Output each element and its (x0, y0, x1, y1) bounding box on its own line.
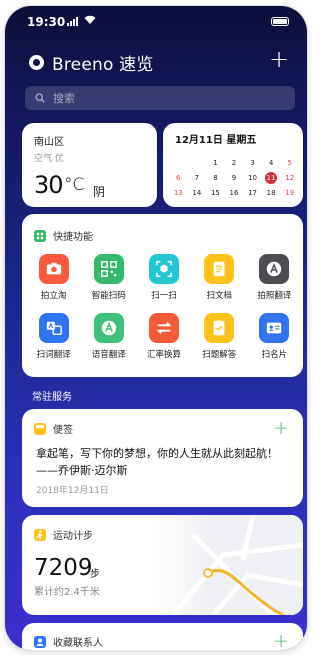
favorite-contacts-card[interactable]: 收藏联系人 + (22, 623, 303, 650)
note-card[interactable]: 便签 + 拿起笔，写下你的梦想，你的人生就从此刻起航！——乔伊斯·迈尔斯 201… (22, 409, 303, 507)
search-placeholder: 搜索 (53, 92, 75, 105)
quick-function-label: 扫文档 (206, 291, 232, 301)
question-check-icon (204, 313, 235, 343)
quick-function-label: 扫题解答 (202, 350, 237, 360)
route-map-illustration (153, 515, 303, 615)
step-count: 7209 (34, 555, 93, 581)
calendar-grid: 1 2 3 4 5 6 7 8 9 10 11 12 13 14 15 16 17 18 19 (169, 157, 299, 199)
signal-icon (67, 17, 78, 26)
air-quality: 空气 优 (34, 154, 64, 164)
quick-function-label: 语音翻译 (91, 350, 126, 360)
add-note-button[interactable]: + (273, 419, 289, 438)
quick-function-label: 拍立淘 (40, 291, 67, 301)
quick-function-exchange[interactable]: 汇率换算 (136, 313, 191, 360)
document-icon (204, 254, 235, 284)
steps-header: 运动计步 (34, 527, 93, 542)
calendar-day[interactable]: 8 (206, 172, 225, 184)
calendar-day[interactable]: 15 (206, 187, 225, 199)
section-title: 常驻服务 (32, 392, 72, 403)
qr-code-icon (93, 254, 124, 284)
calendar-day[interactable]: 12 (280, 172, 299, 184)
exchange-icon (148, 313, 179, 343)
quick-function-business-card[interactable]: 扫名片 (247, 313, 302, 360)
contacts-header: 收藏联系人 (34, 634, 103, 649)
note-content: 拿起笔，写下你的梦想，你的人生就从此刻起航！——乔伊斯·迈尔斯 (36, 447, 278, 477)
business-card-icon (259, 313, 290, 343)
step-unit: 步 (90, 569, 100, 580)
calendar-empty-cell (188, 157, 207, 169)
calendar-day[interactable]: 3 (243, 157, 262, 169)
running-icon (34, 528, 46, 541)
note-header: 便签 (34, 421, 73, 436)
quick-functions-card: 快捷功能 拍立淘 智能扫码 扫一扫 扫文档 拍照翻译扫词翻译 语音翻译 汇率换算 扫题解答 扫名… (22, 214, 303, 377)
note-title: 便签 (53, 425, 73, 436)
calendar-day[interactable]: 13 (169, 187, 188, 199)
calendar-day[interactable]: 10 (243, 172, 262, 184)
add-contact-button[interactable]: + (273, 632, 289, 651)
calendar-day[interactable]: 11 (265, 172, 278, 184)
add-card-button[interactable]: + (269, 47, 289, 71)
translate-a-icon (259, 254, 290, 284)
quick-function-scan-cube[interactable]: 扫一扫 (136, 254, 191, 301)
contacts-title: 收藏联系人 (53, 638, 103, 649)
word-translate-icon (38, 313, 69, 343)
calendar-day[interactable]: 1 (206, 157, 225, 169)
calendar-empty-cell (169, 157, 188, 169)
status-bar: 19:30 (5, 6, 307, 36)
calendar-day[interactable]: 17 (243, 187, 262, 199)
breeno-logo-icon (29, 54, 44, 70)
temperature: 30 (34, 171, 64, 199)
calendar-day[interactable]: 5 (280, 157, 299, 169)
calendar-day[interactable]: 16 (225, 187, 244, 199)
calendar-day[interactable]: 14 (188, 187, 207, 199)
calendar-day[interactable]: 18 (262, 187, 281, 199)
phone-screen: 19:30 Breeno 速览 + 搜索 南山区 空气 优 30 °C 阴 12… (5, 6, 307, 650)
weather-district: 南山区 (34, 137, 64, 148)
calendar-card[interactable]: 12月11日 星期五 1 2 3 4 5 6 7 8 9 10 11 12 13 14 15 16 17 18 19 (163, 123, 303, 207)
search-icon (35, 93, 45, 103)
quick-function-label: 扫词翻译 (36, 350, 71, 360)
temperature-unit: °C (64, 175, 85, 195)
grid-apps-icon (34, 229, 46, 242)
quick-function-voice-translate[interactable]: 语音翻译 (81, 313, 136, 360)
quick-function-document[interactable]: 扫文档 (192, 254, 247, 301)
wifi-icon (84, 15, 96, 24)
quick-function-translate-a[interactable]: 拍照翻译 (247, 254, 302, 301)
quick-function-label: 拍照翻译 (257, 291, 292, 301)
contact-icon (34, 635, 46, 648)
quick-function-label: 智能扫码 (91, 291, 126, 301)
calendar-day[interactable]: 2 (225, 157, 244, 169)
quick-functions-header: 快捷功能 (34, 228, 93, 243)
calendar-day[interactable]: 9 (225, 172, 244, 184)
steps-title: 运动计步 (53, 531, 93, 542)
weather-condition: 阴 (93, 185, 106, 199)
note-date: 2018年12月11日 (36, 486, 109, 496)
quick-function-label: 扫一扫 (151, 291, 177, 301)
calendar-day[interactable]: 19 (280, 187, 299, 199)
quick-functions-grid: 拍立淘 智能扫码 扫一扫 扫文档 拍照翻译扫词翻译 语音翻译 汇率换算 扫题解答 扫名片 (26, 254, 302, 360)
search-bar[interactable]: 搜索 (25, 86, 295, 110)
status-time: 19:30 (27, 15, 66, 29)
quick-function-question-check[interactable]: 扫题解答 (192, 313, 247, 360)
battery-icon (271, 17, 289, 26)
calendar-day[interactable]: 7 (188, 172, 207, 184)
quick-function-label: 扫名片 (261, 350, 288, 360)
note-icon (34, 422, 46, 435)
quick-function-word-translate[interactable]: 扫词翻译 (26, 313, 81, 360)
step-distance: 累计约2.4千米 (34, 587, 100, 598)
page-title: Breeno 速览 (52, 54, 154, 75)
quick-function-label: 汇率换算 (146, 350, 181, 360)
calendar-date-header: 12月11日 星期五 (175, 135, 257, 146)
quick-functions-title: 快捷功能 (53, 232, 93, 243)
calendar-day[interactable]: 6 (169, 172, 188, 184)
quick-function-camera[interactable]: 拍立淘 (26, 254, 81, 301)
quick-function-qr-code[interactable]: 智能扫码 (81, 254, 136, 301)
weather-card[interactable]: 南山区 空气 优 30 °C 阴 (22, 123, 157, 207)
app-header: Breeno 速览 (29, 50, 154, 75)
step-counter-card[interactable]: 运动计步 7209 步 累计约2.4千米 (22, 515, 303, 615)
camera-icon (38, 254, 69, 284)
voice-translate-icon (93, 313, 124, 343)
scan-cube-icon (148, 254, 179, 284)
calendar-day[interactable]: 4 (262, 157, 281, 169)
